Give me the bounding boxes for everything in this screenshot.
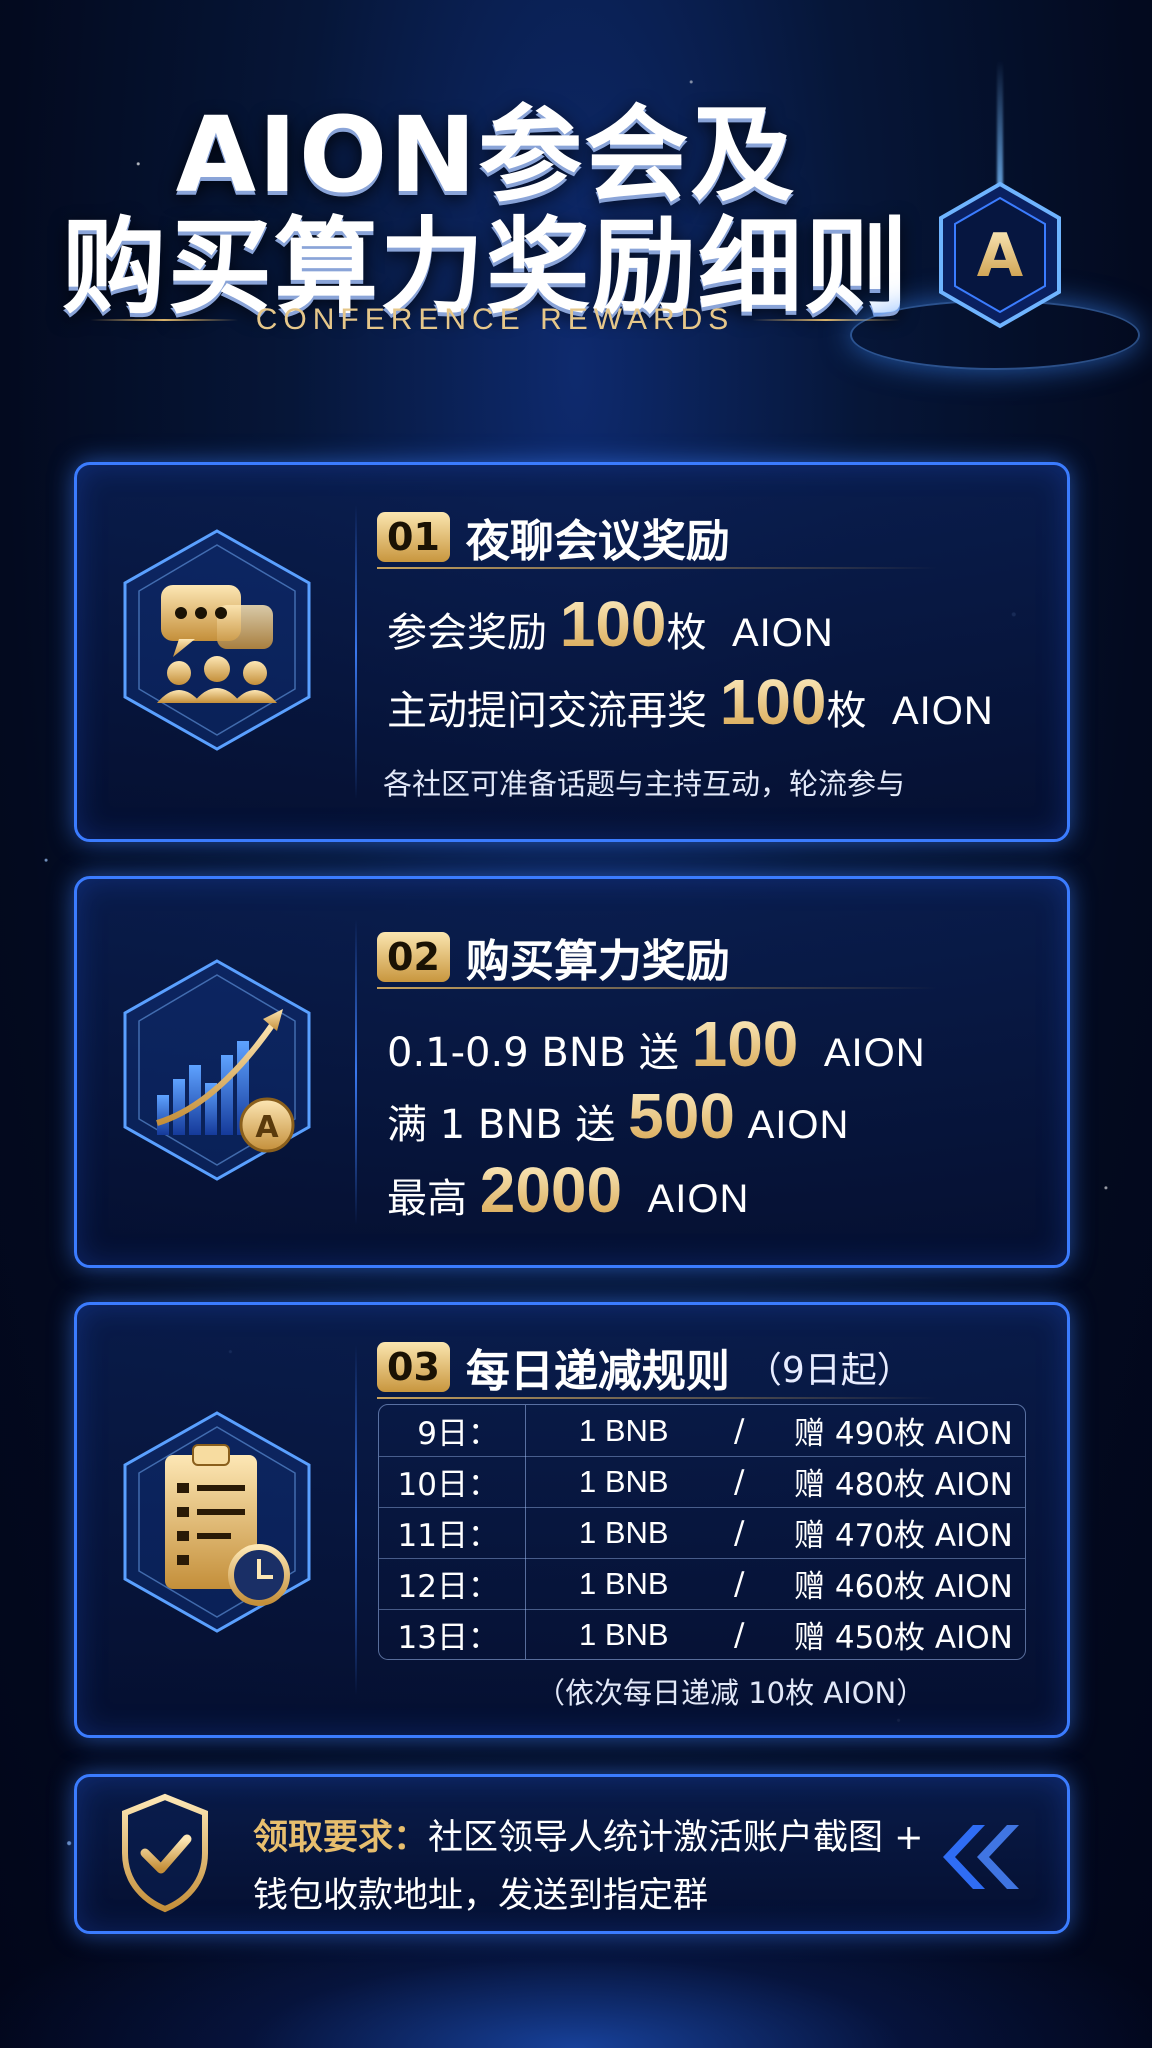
gift-cell: 赠 490枚 AION xyxy=(794,1416,1013,1452)
emblem-letter: A xyxy=(977,221,1024,291)
reward-line-tier2: 满 1 BNB 送 500 AION xyxy=(387,1079,849,1153)
day-cell: 11日： xyxy=(397,1518,499,1554)
section-header: 02 购买算力奖励 xyxy=(377,925,730,989)
slash-cell: / xyxy=(734,1616,745,1653)
subtitle-row: CONFERENCE REWARDS xyxy=(90,302,901,338)
claim-requirement-card: 领取要求：社区领导人统计激活账户截图 + 钱包收款地址，发送到指定群 xyxy=(74,1774,1070,1934)
section-title: 购买算力奖励 xyxy=(465,936,730,987)
slash-cell: / xyxy=(734,1463,745,1500)
section-title-note: （9日起） xyxy=(745,1350,913,1391)
card-divider xyxy=(355,919,357,1225)
table-row: 9日： 1 BNB / 赠 490枚 AION xyxy=(379,1405,1025,1456)
day-cell: 13日： xyxy=(397,1620,499,1656)
chat-people-icon xyxy=(123,529,311,751)
reward-label: 最高 xyxy=(387,1176,480,1222)
reward-amount: 500 xyxy=(628,1080,735,1152)
claim-text-1: 社区领导人统计激活账户截图 + xyxy=(428,1818,924,1858)
section-number-badge: 02 xyxy=(377,932,450,982)
subtitle: CONFERENCE REWARDS xyxy=(255,303,735,336)
shield-check-icon xyxy=(122,1793,208,1913)
card-divider xyxy=(355,1345,357,1695)
reward-amount: 2000 xyxy=(479,1154,623,1226)
reward-line-tier1: 0.1-0.9 BNB 送 100 AION xyxy=(387,1007,926,1081)
claim-text-2: 钱包收款地址，发送到指定群 xyxy=(253,1876,709,1916)
growth-chart-coin-icon: A xyxy=(123,959,311,1181)
section-number-badge: 01 xyxy=(377,512,450,562)
claim-label: 领取要求： xyxy=(253,1818,429,1858)
reward-label: 满 1 BNB 送 xyxy=(387,1102,629,1148)
reward-token: AION xyxy=(731,611,834,655)
coin-letter: A xyxy=(255,1110,279,1145)
bnb-cell: 1 BNB xyxy=(579,1412,669,1448)
day-cell: 12日： xyxy=(397,1569,499,1605)
slash-cell: / xyxy=(734,1565,745,1602)
table-row: 13日： 1 BNB / 赠 450枚 AION xyxy=(379,1609,1025,1659)
section-header: 01 夜聊会议奖励 xyxy=(377,505,730,569)
gift-cell: 赠 460枚 AION xyxy=(794,1569,1013,1605)
day-cell: 9日： xyxy=(417,1416,499,1452)
day-cell: 10日： xyxy=(397,1467,499,1503)
section-header: 03 每日递减规则 （9日起） xyxy=(377,1335,913,1399)
reward-token: AION xyxy=(823,1031,926,1075)
reward-label: 主动提问交流再奖 xyxy=(387,688,720,734)
slash-cell: / xyxy=(734,1514,745,1551)
section-title-underline xyxy=(377,1397,937,1399)
reward-amount: 100 xyxy=(719,666,827,738)
reward-unit: 枚 xyxy=(666,610,707,656)
reward-amount: 100 xyxy=(691,1008,799,1080)
gift-cell: 赠 480枚 AION xyxy=(794,1467,1013,1503)
section-purchase-card: A 02 购买算力奖励 0.1-0.9 BNB 送 100 AION 满 1 B… xyxy=(74,876,1070,1268)
section-title-underline xyxy=(377,567,937,569)
section-note: 各社区可准备话题与主持互动，轮流参与 xyxy=(383,767,906,801)
table-footnote: （依次每日递减 10枚 AION） xyxy=(536,1676,926,1710)
reward-token: AION xyxy=(647,1177,750,1221)
emblem-light-beam xyxy=(997,60,1003,200)
table-row: 11日： 1 BNB / 赠 470枚 AION xyxy=(379,1507,1025,1558)
aion-hex-emblem-icon: A xyxy=(939,181,1061,329)
subtitle-divider-left xyxy=(90,319,238,321)
daily-rule-table: 9日： 1 BNB / 赠 490枚 AION 10日： 1 BNB / 赠 4… xyxy=(378,1404,1026,1660)
section-title: 每日递减规则 xyxy=(465,1346,730,1397)
bnb-cell: 1 BNB xyxy=(579,1463,669,1499)
card-divider xyxy=(355,505,357,799)
section-title-underline xyxy=(377,987,937,989)
section-title: 夜聊会议奖励 xyxy=(465,516,730,567)
reward-label: 0.1-0.9 BNB 送 xyxy=(387,1030,692,1076)
bnb-cell: 1 BNB xyxy=(579,1514,669,1550)
section-number-badge: 03 xyxy=(377,1342,450,1392)
reward-unit: 枚 xyxy=(826,688,867,734)
reward-line-question: 主动提问交流再奖 100枚 AION xyxy=(387,665,994,739)
clipboard-clock-icon xyxy=(123,1411,311,1633)
section-night-chat-card: 01 夜聊会议奖励 参会奖励 100枚 AION 主动提问交流再奖 100枚 A… xyxy=(74,462,1070,842)
bnb-cell: 1 BNB xyxy=(579,1565,669,1601)
reward-line-max: 最高 2000 AION xyxy=(387,1153,749,1227)
bnb-cell: 1 BNB xyxy=(579,1616,669,1652)
double-chevron-left-icon xyxy=(943,1825,1019,1889)
gift-cell: 赠 470枚 AION xyxy=(794,1518,1013,1554)
table-row: 10日： 1 BNB / 赠 480枚 AION xyxy=(379,1456,1025,1507)
reward-line-attend: 参会奖励 100枚 AION xyxy=(387,587,834,661)
reward-label: 参会奖励 xyxy=(387,610,560,656)
claim-line-1: 领取要求：社区领导人统计激活账户截图 + xyxy=(253,1809,923,1860)
slash-cell: / xyxy=(734,1412,745,1449)
gift-cell: 赠 450枚 AION xyxy=(794,1620,1013,1656)
reward-token: AION xyxy=(747,1103,850,1147)
reward-token: AION xyxy=(891,689,994,733)
table-row: 12日： 1 BNB / 赠 460枚 AION xyxy=(379,1558,1025,1609)
reward-amount: 100 xyxy=(559,588,667,660)
